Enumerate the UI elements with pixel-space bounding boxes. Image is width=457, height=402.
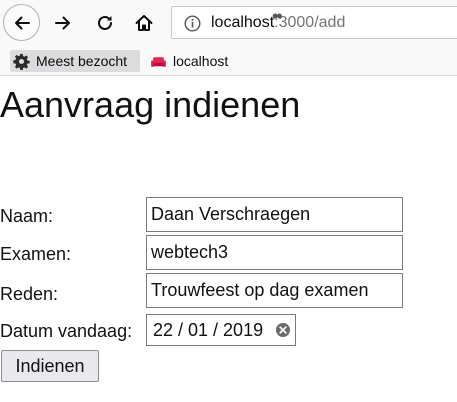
url-path: :3000/add bbox=[274, 14, 346, 31]
reload-button[interactable] bbox=[90, 8, 120, 38]
bookmarks-toolbar: Meest bezocht localhost bbox=[0, 47, 457, 76]
reden-input[interactable] bbox=[146, 273, 403, 308]
bookmark-localhost[interactable]: localhost bbox=[147, 50, 231, 72]
examen-label: Examen: bbox=[0, 244, 72, 264]
reden-label: Reden: bbox=[0, 284, 59, 304]
datum-label: Datum vandaag: bbox=[0, 321, 133, 341]
naam-label: Naam: bbox=[0, 206, 54, 226]
bookmark-label: Meest bezocht bbox=[36, 53, 128, 69]
page-title: Aanvraag indienen bbox=[0, 84, 301, 125]
page-actions-menu[interactable]: •• bbox=[272, 6, 283, 27]
back-button[interactable] bbox=[3, 4, 40, 41]
arrow-right-icon bbox=[55, 16, 70, 30]
info-icon[interactable] bbox=[184, 15, 201, 32]
browser-toolbar: localhost:3000/add •• bbox=[0, 0, 457, 47]
address-bar[interactable]: localhost:3000/add bbox=[171, 6, 457, 39]
forward-button[interactable] bbox=[48, 8, 78, 38]
arrow-left-icon bbox=[14, 16, 30, 29]
datum-date-input[interactable]: 22 / 01 / 2019 bbox=[146, 314, 296, 346]
bookmark-label: localhost bbox=[173, 53, 229, 69]
examen-input[interactable] bbox=[146, 235, 403, 270]
url-host: localhost bbox=[211, 14, 275, 31]
home-icon bbox=[135, 15, 153, 31]
clear-icon[interactable] bbox=[275, 322, 291, 338]
reload-icon bbox=[98, 15, 112, 30]
gear-icon bbox=[13, 53, 30, 70]
datum-value[interactable]: 22 / 01 / 2019 bbox=[153, 320, 263, 340]
bookmark-most-visited[interactable]: Meest bezocht bbox=[10, 50, 140, 72]
naam-input[interactable] bbox=[146, 197, 403, 232]
sofa-icon bbox=[151, 56, 166, 67]
submit-button[interactable]: Indienen bbox=[1, 350, 99, 382]
home-button[interactable] bbox=[129, 8, 159, 38]
